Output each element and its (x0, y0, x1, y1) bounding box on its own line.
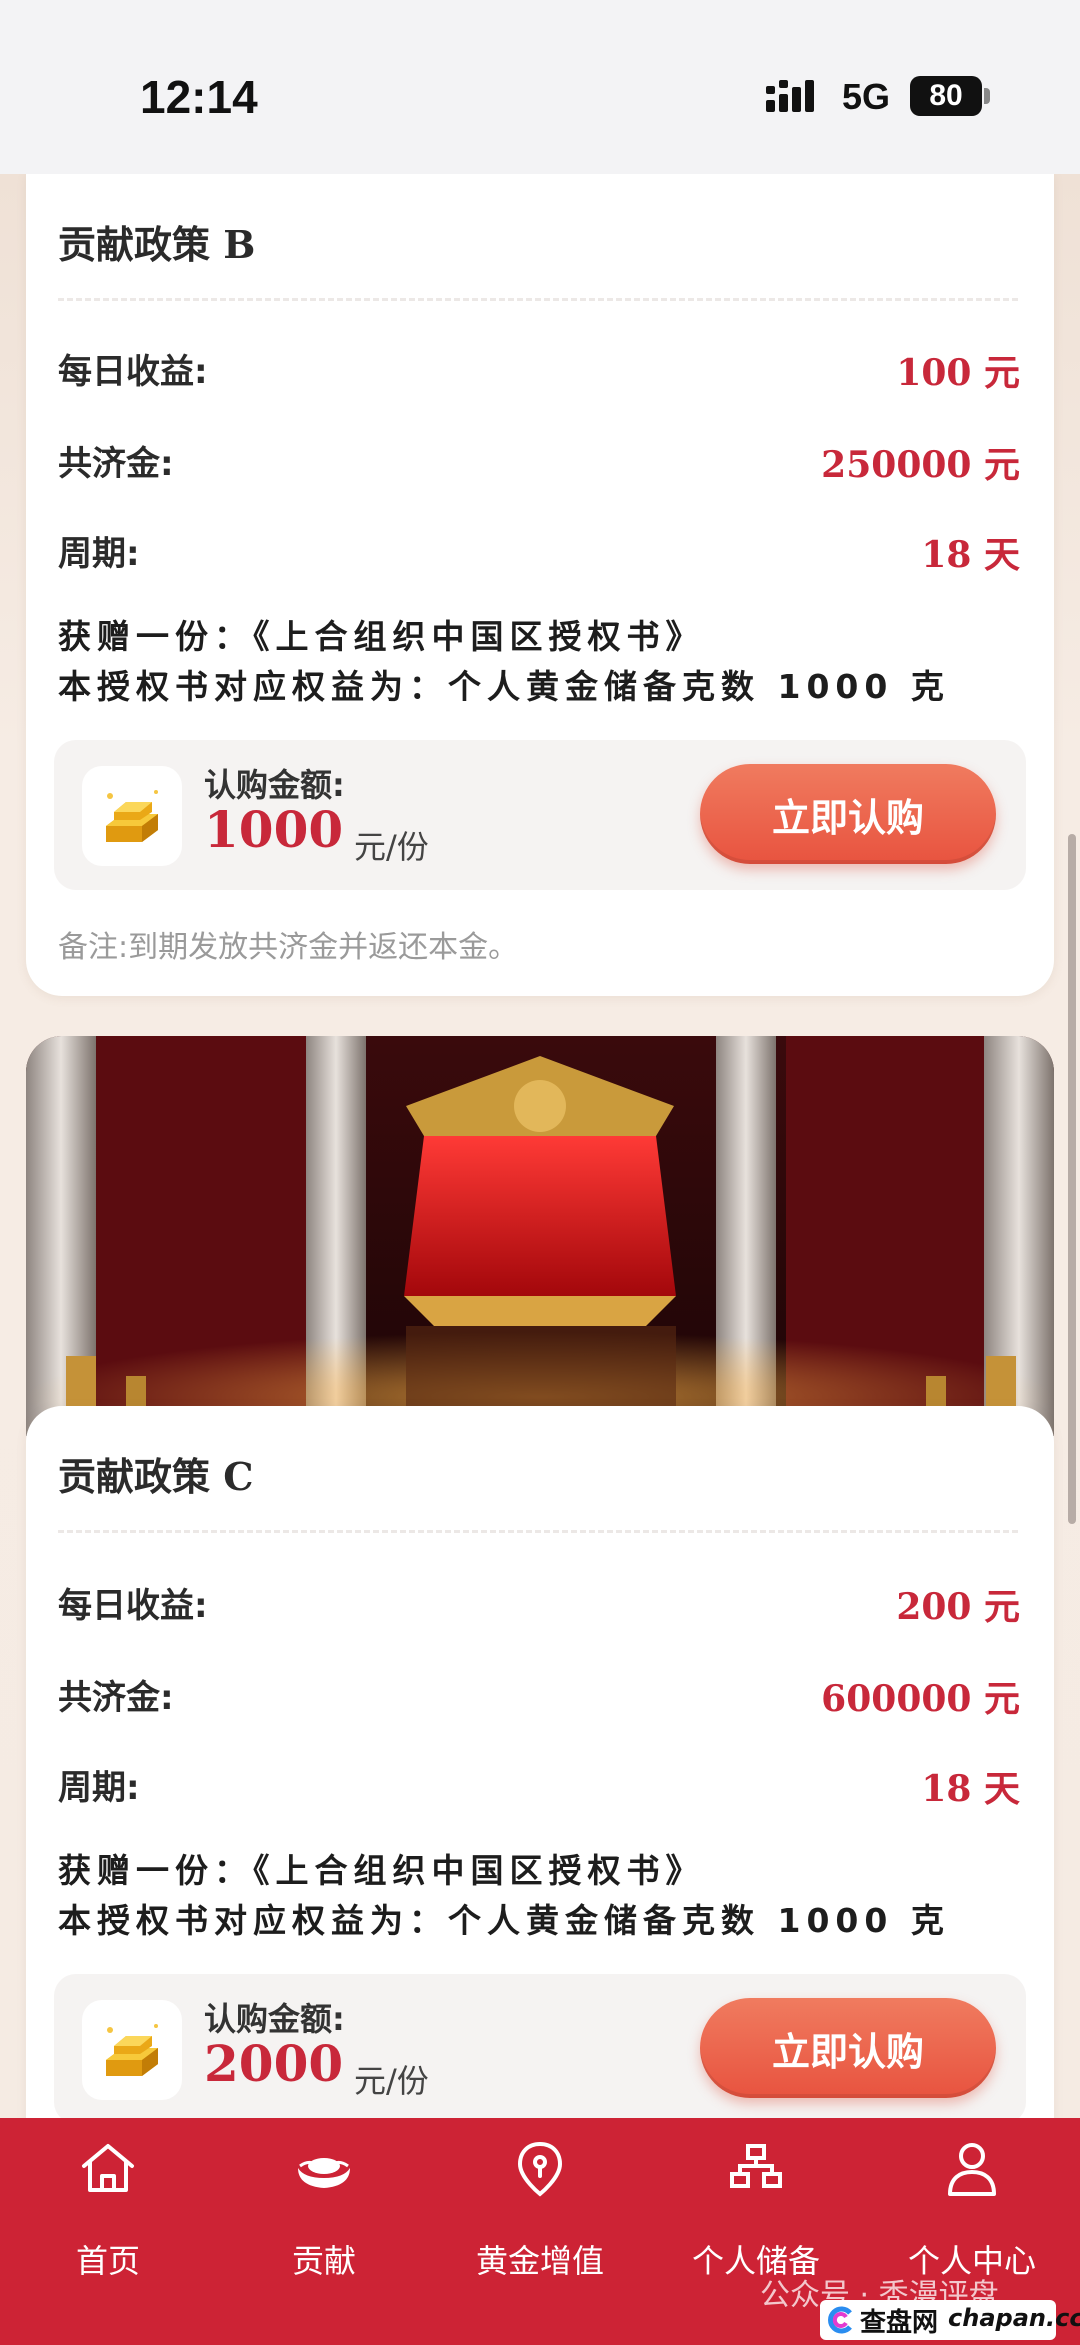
site-logo-domain: chapan.cc (948, 2304, 1080, 2332)
gold-ingot-icon (298, 2158, 350, 2188)
buy-panel: 认购金额: 2000 元/份 立即认购 (54, 1974, 1026, 2118)
site-logo-badge: 查盘网 chapan.cc (820, 2300, 1080, 2340)
status-bar: 12:14 5G 80 (0, 0, 1080, 174)
gift-line: 获赠一份：《上合组织中国区授权书》 (58, 617, 705, 656)
gold-bar-icon (82, 766, 182, 866)
policy-title: 贡献政策 C (58, 1454, 254, 1499)
divider (58, 1530, 1018, 1533)
period-value: 18 天 (921, 1768, 1020, 1810)
buy-amount: 1000 (204, 800, 344, 859)
status-time: 12:14 (140, 71, 258, 123)
fund-label: 共济金: (58, 1678, 174, 1718)
hierarchy-icon (730, 2144, 782, 2188)
nav-item-home[interactable]: 首页 (0, 2118, 216, 2308)
battery-indicator: 80 (910, 76, 982, 116)
daily-income-value: 100 元 (896, 352, 1020, 394)
fund-label: 共济金: (58, 444, 174, 484)
period-label: 周期: (58, 1768, 140, 1808)
subscribe-button[interactable]: 立即认购 (700, 1998, 996, 2098)
nav-label: 贡献 (291, 2242, 356, 2280)
site-logo-icon (828, 2306, 852, 2334)
signal-icon (766, 80, 814, 112)
nav-item-gold-growth[interactable]: 黄金增值 (432, 2118, 648, 2308)
fund-value: 250000 元 (821, 444, 1020, 486)
user-icon (948, 2143, 996, 2196)
home-icon (82, 2144, 134, 2192)
policy-card-b: 贡献政策 B 每日收益: 100 元 共济金: 250000 元 周期: 18 … (26, 174, 1054, 996)
network-label: 5G (842, 76, 891, 117)
fund-value: 600000 元 (821, 1678, 1020, 1720)
daily-income-label: 每日收益: (58, 1586, 208, 1626)
daily-income-value: 200 元 (896, 1586, 1020, 1628)
gold-bar-icon (82, 2000, 182, 2100)
site-logo-text: 查盘网 (860, 2308, 939, 2338)
policy-banner-image (26, 1036, 1054, 1436)
buy-unit: 元/份 (354, 2062, 429, 2100)
nav-label: 黄金增值 (475, 2242, 604, 2280)
scrollbar[interactable] (1068, 834, 1076, 1524)
buy-amount: 2000 (204, 2034, 344, 2093)
period-label: 周期: (58, 534, 140, 574)
gift-detail-line: 本授权书对应权益为：个人黄金储备克数 1000 克 (58, 1901, 950, 1940)
buy-panel: 认购金额: 1000 元/份 立即认购 (54, 740, 1026, 890)
daily-income-label: 每日收益: (58, 352, 208, 392)
battery-tip (984, 88, 990, 104)
gift-line: 获赠一份：《上合组织中国区授权书》 (58, 1851, 705, 1890)
subscribe-button[interactable]: 立即认购 (700, 764, 996, 864)
note-text: 备注:到期发放共济金并返还本金。 (58, 930, 519, 965)
buy-unit: 元/份 (354, 828, 429, 866)
policy-title: 贡献政策 B (58, 222, 256, 267)
policy-list[interactable]: 贡献政策 B 每日收益: 100 元 共济金: 250000 元 周期: 18 … (0, 174, 1080, 2118)
period-value: 18 天 (921, 534, 1020, 576)
policy-card-c: 贡献政策 C 每日收益: 200 元 共济金: 600000 元 周期: 18 … (26, 1406, 1054, 2118)
nav-item-contribute[interactable]: 贡献 (216, 2118, 432, 2308)
gift-detail-line: 本授权书对应权益为：个人黄金储备克数 1000 克 (58, 667, 950, 706)
divider (58, 298, 1018, 301)
nav-label: 首页 (75, 2242, 140, 2280)
location-pin-icon (517, 2141, 563, 2197)
